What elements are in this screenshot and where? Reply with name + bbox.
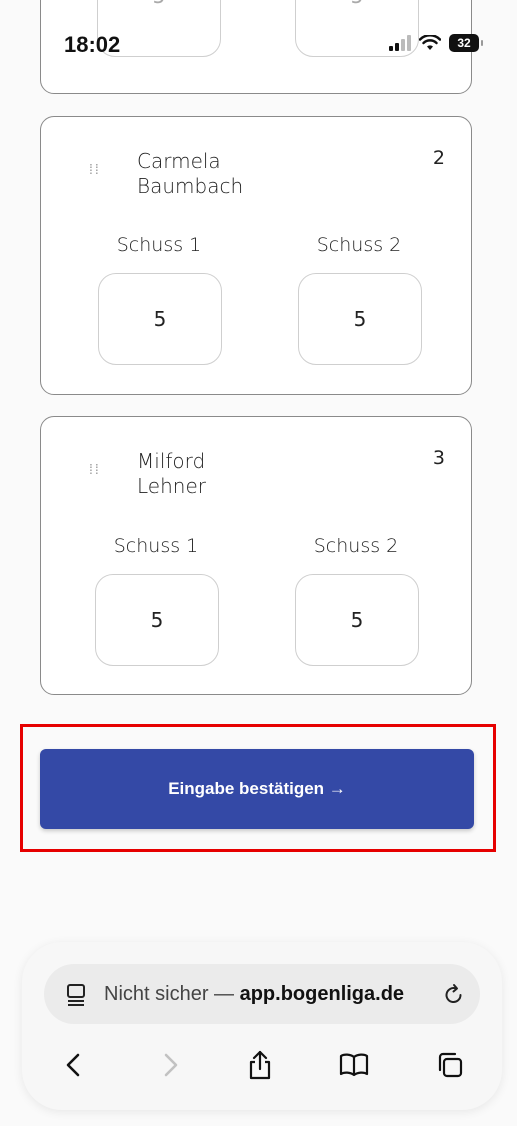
battery-icon: 32 — [449, 34, 483, 52]
drag-handle-icon[interactable]: ⁞⁞ — [89, 162, 103, 183]
reload-icon[interactable] — [442, 982, 466, 1006]
tabs-button[interactable] — [426, 1040, 474, 1090]
browser-toolbar — [22, 1040, 502, 1090]
shot1-value: 5 — [150, 608, 164, 632]
back-button[interactable] — [50, 1040, 98, 1090]
player-first-name: Carmela — [137, 149, 221, 173]
player-rank: 2 — [432, 147, 445, 169]
browser-bar: Nicht sicher — app.bogenliga.de — [22, 942, 502, 1110]
shot2-label: Schuss 2 — [316, 234, 402, 256]
url-field[interactable]: Nicht sicher — app.bogenliga.de — [44, 964, 480, 1024]
player-last-name: Baumbach — [137, 174, 244, 198]
back-icon — [66, 1053, 80, 1077]
reader-icon[interactable] — [64, 982, 88, 1006]
shot2-label: Schuss 2 — [313, 535, 399, 557]
player-card: ⁞⁞ Milford Lehner 3 Schuss 1 Schuss 2 5 … — [40, 416, 472, 695]
shot2-value: 5 — [350, 608, 364, 632]
share-button[interactable] — [236, 1040, 284, 1090]
battery-level: 32 — [457, 36, 471, 50]
shot1-input[interactable]: 5 — [95, 574, 219, 666]
shot2-value: 5 — [353, 307, 367, 331]
share-icon — [249, 1050, 271, 1080]
player-name: Milford Lehner — [137, 449, 206, 499]
status-time: 18:02 — [64, 32, 121, 57]
confirm-button[interactable]: Eingabe bestätigen → — [40, 749, 474, 829]
drag-handle-icon[interactable]: ⁞⁞ — [89, 462, 103, 483]
player-rank: 3 — [432, 447, 445, 469]
shot1-label: Schuss 1 — [116, 234, 202, 256]
wifi-icon — [419, 35, 441, 50]
shot1-input[interactable]: 5 — [98, 273, 222, 365]
forward-icon — [164, 1053, 178, 1077]
bookmarks-icon — [339, 1053, 369, 1077]
url-domain: app.bogenliga.de — [239, 982, 405, 1005]
player-first-name: Milford — [137, 449, 206, 473]
shot2-input[interactable]: 5 — [298, 273, 422, 365]
player-last-name: Lehner — [137, 474, 206, 498]
status-bar: 18:02 32 — [0, 0, 517, 70]
tabs-icon — [438, 1052, 463, 1078]
bookmarks-button[interactable] — [330, 1040, 378, 1090]
player-card: ⁞⁞ Carmela Baumbach 2 Schuss 1 Schuss 2 … — [40, 116, 472, 395]
status-icons: 32 — [389, 34, 483, 52]
forward-button[interactable] — [146, 1040, 194, 1090]
shot1-label: Schuss 1 — [113, 535, 199, 557]
shot1-value: 5 — [153, 307, 167, 331]
security-label: Nicht sicher — — [104, 982, 235, 1005]
player-name: Carmela Baumbach — [137, 149, 243, 199]
url-text[interactable]: Nicht sicher — app.bogenliga.de — [104, 983, 404, 1006]
signal-icon — [389, 35, 411, 51]
shot2-input[interactable]: 5 — [295, 574, 419, 666]
